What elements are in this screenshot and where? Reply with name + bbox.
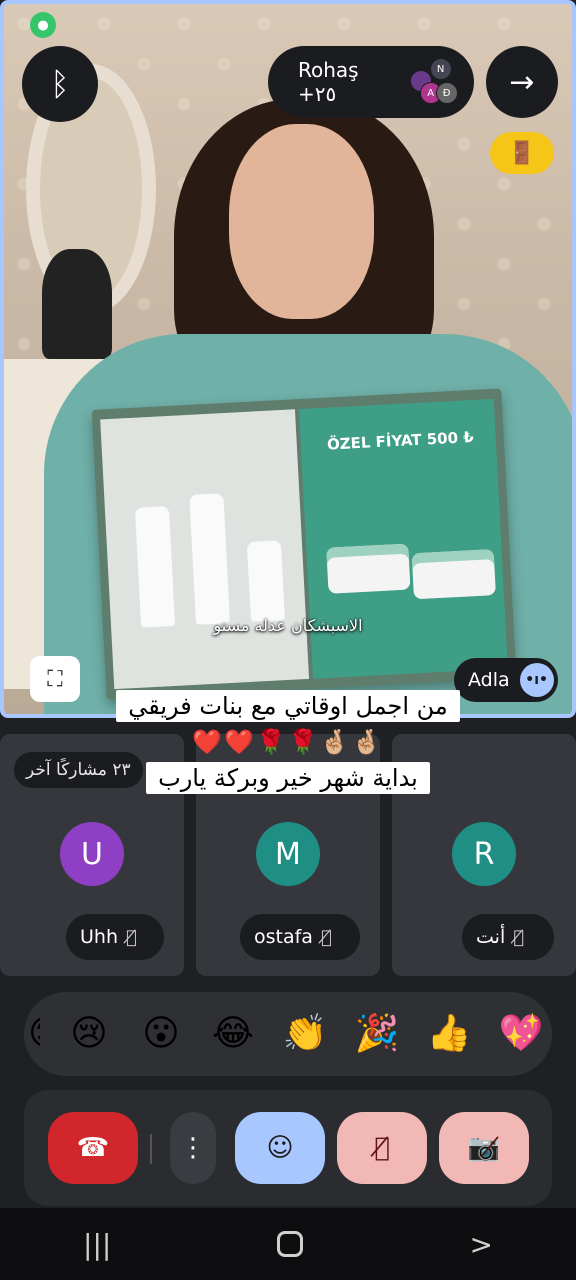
video-caption: الاسبشكان عدله مستو	[213, 616, 363, 635]
microphone-toggle-button[interactable]: 🎙̸	[337, 1112, 427, 1184]
system-navbar: ||| >	[0, 1208, 576, 1280]
participant-name: ostafa	[254, 926, 313, 948]
comment-emoji-line: ❤️❤️🌹🌹🤞🏼🤞🏼	[192, 728, 384, 756]
catalog-right-page: ÖZEL FİYAT 500 ₺	[298, 398, 508, 679]
bluetooth-icon: ᛒ	[50, 65, 70, 103]
avatar: Đ	[435, 82, 458, 104]
reactions-bar[interactable]: 😊 😢 😮 😂 👏 🎉 👍 💖	[24, 992, 552, 1076]
phone-hangup-icon: ☎	[76, 1133, 110, 1163]
participant-name-pill: Uhh 🎙̸	[66, 914, 164, 960]
host-label: Rohaş +٢٥	[298, 58, 359, 106]
comment-line: من اجمل اوقاتي مع بنات فريقي	[116, 690, 460, 722]
statue	[42, 249, 112, 359]
product-catalog: ÖZEL FİYAT 500 ₺	[91, 388, 517, 700]
participant-name: Uhh	[80, 926, 118, 948]
mic-muted-icon: 🎙̸	[513, 926, 525, 948]
mic-muted-icon: 🎙̸	[126, 926, 137, 948]
product-tube	[246, 540, 285, 622]
more-vert-icon: ⋮	[180, 1133, 206, 1163]
participant-name-pill: ostafa 🎙̸	[240, 914, 360, 960]
reaction-surprised[interactable]: 😮	[138, 1016, 184, 1052]
product-jar	[326, 543, 411, 594]
comment-overlay: من اجمل اوقاتي مع بنات فريقي ❤️❤️🌹🌹🤞🏼🤞🏼 …	[0, 690, 576, 794]
mic-off-icon: 🎙̸	[374, 1133, 390, 1163]
arrow-right-icon: →	[509, 64, 535, 100]
avatar: R	[452, 822, 516, 886]
meet-call-screen: ÖZEL FİYAT 500 ₺ الاسبشكان عدله مستو ● ᛒ…	[0, 0, 576, 1280]
next-button[interactable]: →	[486, 46, 558, 118]
participant-name: أنت	[476, 926, 506, 948]
camera-off-icon: 📷̸	[467, 1133, 501, 1163]
reaction-party[interactable]: 🎉	[354, 1016, 400, 1052]
reaction-sad[interactable]: 😢	[66, 1016, 112, 1052]
emoji-icon: ☺	[266, 1133, 294, 1163]
exit-button[interactable]: 🚪	[490, 132, 554, 174]
bluetooth-button[interactable]: ᛒ	[22, 46, 98, 122]
reactions-button[interactable]: ☺	[235, 1112, 325, 1184]
reaction-heart[interactable]: 💖	[498, 1016, 544, 1052]
recents-icon[interactable]: |||	[83, 1228, 111, 1261]
participant-name-pill: أنت 🎙̸	[462, 914, 554, 960]
speaker-name: Adla	[468, 669, 510, 691]
reaction-laugh[interactable]: 😂	[210, 1016, 256, 1052]
more-options-button[interactable]: ⋮	[170, 1112, 216, 1184]
avatar: M	[256, 822, 320, 886]
reaction-clap[interactable]: 👏	[282, 1016, 328, 1052]
avatar: U	[60, 822, 124, 886]
catalog-left-page	[100, 409, 310, 690]
product-jar	[411, 549, 496, 600]
reaction-partial[interactable]: 😊	[28, 1016, 40, 1052]
reaction-thumbs-up[interactable]: 👍	[426, 1016, 472, 1052]
call-controls: ☎ ⋮ ☺ 🎙̸ 📷̸	[24, 1090, 552, 1206]
home-icon[interactable]	[277, 1231, 304, 1257]
catalog-price-text: ÖZEL FİYAT 500 ₺	[326, 427, 475, 454]
host-pill[interactable]: Rohaş +٢٥ N A Đ	[268, 46, 474, 118]
mic-muted-icon: 🎙̸	[320, 926, 332, 948]
camera-toggle-button[interactable]: 📷̸	[439, 1112, 529, 1184]
hangup-button[interactable]: ☎	[48, 1112, 138, 1184]
divider	[150, 1134, 152, 1164]
product-tube	[134, 506, 176, 628]
comment-line: بداية شهر خير وبركة يارب	[146, 762, 430, 794]
product-tube	[189, 493, 231, 625]
person-face	[229, 124, 374, 319]
expand-icon: ⛶	[47, 666, 63, 692]
avatar: N	[429, 58, 452, 80]
participant-avatars: N A Đ	[409, 58, 458, 106]
microphone-icon: ●	[30, 12, 56, 38]
door-exit-icon: 🚪	[508, 140, 536, 166]
back-icon[interactable]: >	[469, 1228, 492, 1261]
